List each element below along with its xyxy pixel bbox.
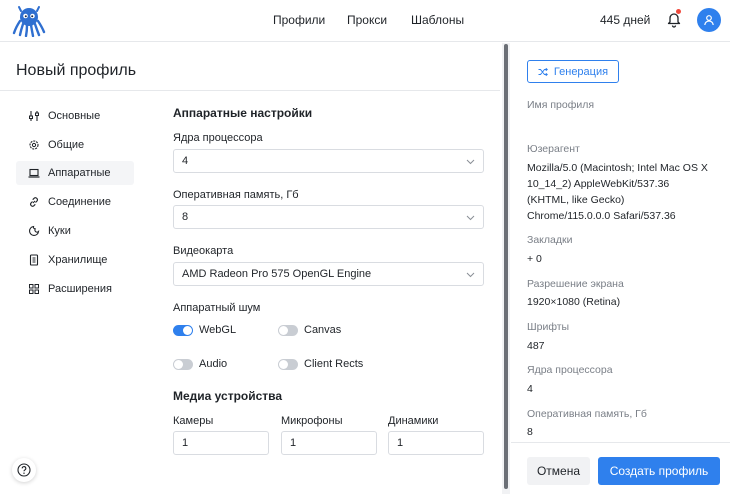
audio-toggle[interactable] bbox=[173, 358, 193, 370]
page-title: Новый профиль bbox=[16, 62, 137, 79]
noise-label: Аппаратный шум bbox=[173, 302, 261, 314]
nav-proxies[interactable]: Прокси bbox=[347, 13, 387, 27]
speakers-value: 1 bbox=[397, 437, 404, 449]
mics-input[interactable]: 1 bbox=[281, 431, 377, 455]
nav-templates[interactable]: Шаблоны bbox=[411, 13, 464, 27]
laptop-icon bbox=[28, 168, 40, 178]
resolution-label: Разрешение экрана bbox=[527, 278, 624, 290]
useragent-label: Юзерагент bbox=[527, 143, 580, 155]
chevron-down-icon bbox=[466, 272, 475, 278]
section-title-hardware: Аппаратные настройки bbox=[173, 106, 313, 120]
bookmarks-label: Закладки bbox=[527, 234, 573, 246]
notification-dot bbox=[676, 9, 681, 14]
sidebar-item-cookies[interactable]: Куки bbox=[16, 219, 134, 243]
scrollbar-thumb[interactable] bbox=[504, 44, 508, 489]
sidebar-item-label: Основные bbox=[48, 110, 101, 122]
link-icon bbox=[30, 197, 38, 207]
client-rects-label: Client Rects bbox=[304, 358, 364, 370]
summary-ram-value: 8 bbox=[527, 426, 533, 438]
audio-label: Audio bbox=[199, 358, 228, 370]
help-icon bbox=[17, 463, 31, 477]
sidebar-item-label: Аппаратные bbox=[48, 167, 111, 179]
speakers-input[interactable]: 1 bbox=[388, 431, 484, 455]
create-profile-button[interactable]: Создать профиль bbox=[598, 457, 720, 485]
sidebar-item-hardware[interactable]: Аппаратные bbox=[16, 161, 134, 185]
grid-icon bbox=[29, 284, 39, 294]
useragent-line: (KHTML, like Gecko) bbox=[527, 194, 625, 206]
cpu-select-value: 4 bbox=[182, 155, 189, 167]
summary-cpu-label: Ядра процессора bbox=[527, 364, 613, 376]
bookmarks-value: + 0 bbox=[527, 253, 542, 265]
webgl-toggle[interactable] bbox=[173, 324, 193, 336]
nav-profiles[interactable]: Профили bbox=[273, 13, 325, 27]
gpu-label: Видеокарта bbox=[173, 245, 234, 257]
client-rects-toggle[interactable] bbox=[278, 358, 298, 370]
cameras-value: 1 bbox=[182, 437, 189, 449]
useragent-line: 10_14_2) AppleWebKit/537.36 bbox=[527, 178, 670, 190]
client-rects-toggle-row: Client Rects bbox=[278, 358, 363, 370]
generate-label: Генерация bbox=[553, 65, 609, 78]
canvas-toggle-row: Canvas bbox=[278, 324, 341, 336]
useragent-line: Chrome/115.0.0.0 Safari/537.36 bbox=[527, 210, 676, 222]
ram-select-value: 8 bbox=[182, 211, 189, 223]
webgl-toggle-row: WebGL bbox=[173, 324, 236, 336]
ram-label: Оперативная память, Гб bbox=[173, 189, 299, 201]
cameras-input[interactable]: 1 bbox=[173, 431, 269, 455]
help-button[interactable] bbox=[12, 458, 36, 482]
shuffle-icon bbox=[538, 67, 548, 76]
gpu-select[interactable]: AMD Radeon Pro 575 OpenGL Engine bbox=[173, 262, 484, 286]
avatar[interactable] bbox=[697, 8, 721, 32]
sidebar-item-basic[interactable]: Основные bbox=[16, 104, 134, 128]
sidebar-item-label: Хранилище bbox=[48, 254, 108, 266]
speakers-label: Динамики bbox=[388, 415, 439, 427]
subscription-days: 445 дней bbox=[600, 13, 651, 27]
generate-button[interactable]: Генерация bbox=[527, 60, 619, 83]
canvas-label: Canvas bbox=[304, 324, 342, 336]
chevron-down-icon bbox=[466, 215, 475, 221]
divider bbox=[0, 90, 500, 91]
summary-ram-label: Оперативная память, Гб bbox=[527, 408, 647, 420]
sidebar-item-label: Соединение bbox=[48, 196, 112, 208]
cookie-icon bbox=[28, 225, 40, 237]
footer-divider bbox=[511, 442, 730, 443]
cameras-label: Камеры bbox=[173, 415, 214, 427]
chevron-down-icon bbox=[466, 159, 475, 165]
cpu-select[interactable]: 4 bbox=[173, 149, 484, 173]
cancel-button[interactable]: Отмена bbox=[527, 457, 590, 485]
useragent-line: Mozilla/5.0 (Macintosh; Intel Mac OS X bbox=[527, 162, 708, 174]
user-icon bbox=[704, 15, 714, 26]
fonts-value: 487 bbox=[527, 340, 545, 352]
webgl-label: WebGL bbox=[199, 324, 237, 336]
audio-toggle-row: Audio bbox=[173, 358, 227, 370]
cpu-label: Ядра процессора bbox=[173, 132, 263, 144]
summary-cpu-value: 4 bbox=[527, 383, 533, 395]
sidebar-item-label: Общие bbox=[48, 139, 85, 151]
useragent-value: Mozilla/5.0 (Macintosh; Intel Mac OS X 1… bbox=[527, 160, 722, 224]
octopus-logo-icon[interactable] bbox=[12, 5, 46, 37]
sidebar-item-label: Куки bbox=[48, 225, 71, 237]
sidebar-item-connection[interactable]: Соединение bbox=[16, 190, 134, 214]
gpu-select-value: AMD Radeon Pro 575 OpenGL Engine bbox=[182, 268, 372, 280]
ram-select[interactable]: 8 bbox=[173, 205, 484, 229]
top-bar: Профили Прокси Шаблоны 445 дней bbox=[0, 0, 730, 42]
sidebar-item-extensions[interactable]: Расширения bbox=[16, 277, 134, 301]
profile-name-label: Имя профиля bbox=[527, 99, 595, 111]
sidebar-item-label: Расширения bbox=[48, 283, 112, 295]
fonts-label: Шрифты bbox=[527, 321, 570, 333]
sliders-icon bbox=[29, 111, 39, 121]
mics-label: Микрофоны bbox=[281, 415, 343, 427]
sidebar-item-storage[interactable]: Хранилище bbox=[16, 248, 134, 272]
gear-icon bbox=[29, 140, 39, 150]
resolution-value: 1920×1080 (Retina) bbox=[527, 296, 621, 308]
storage-icon bbox=[29, 254, 39, 266]
section-title-media: Медиа устройства bbox=[173, 389, 283, 403]
sidebar-item-general[interactable]: Общие bbox=[16, 133, 134, 157]
mics-value: 1 bbox=[290, 437, 297, 449]
canvas-toggle[interactable] bbox=[278, 324, 298, 336]
